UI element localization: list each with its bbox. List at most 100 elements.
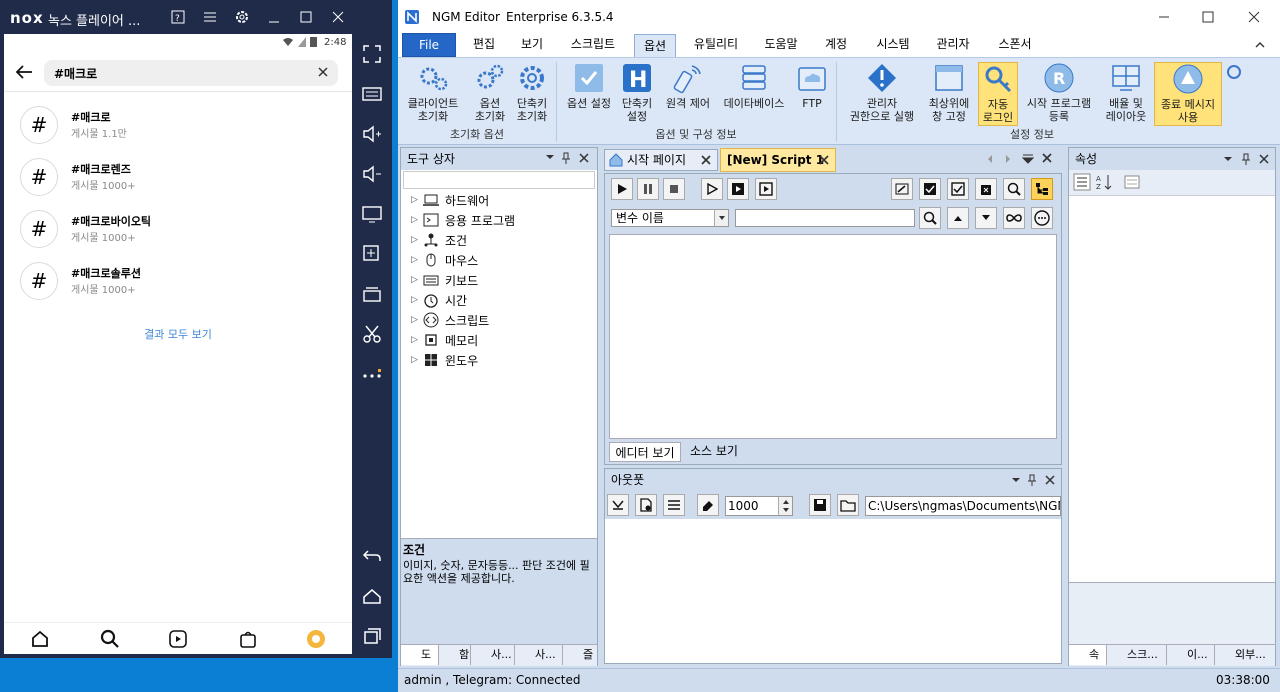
save-log-icon[interactable] <box>635 494 657 516</box>
menu-icon[interactable] <box>198 6 222 28</box>
log-path-field[interactable]: C:\Users\ngmas\Documents\NGM6\ <box>865 496 1061 516</box>
help-icon[interactable]: ? <box>166 6 190 28</box>
eraser-icon[interactable] <box>697 494 719 516</box>
auto-login-button[interactable]: 자동 로그인 <box>978 62 1018 126</box>
tab-scroll-right-icon[interactable] <box>1004 154 1012 164</box>
move-down-icon[interactable] <box>975 207 997 229</box>
ftp-button[interactable]: FTP <box>794 62 830 126</box>
move-up-icon[interactable] <box>947 207 969 229</box>
android-back-icon[interactable] <box>360 544 384 568</box>
back-arrow-icon[interactable] <box>14 64 34 80</box>
bottom-tab-toolbox[interactable]: 도 <box>401 645 439 665</box>
bottom-tab-user[interactable]: 사... <box>471 645 515 665</box>
run-as-admin-button[interactable]: 관리자 권한으로 실행 <box>842 62 922 126</box>
save-icon[interactable] <box>809 494 831 516</box>
minimize-icon[interactable] <box>1154 8 1174 26</box>
minimize-icon[interactable] <box>262 6 286 28</box>
bottom-tab-user-func[interactable]: 사... <box>515 645 563 665</box>
tab-scroll-left-icon[interactable] <box>986 154 994 164</box>
variable-search-input[interactable] <box>735 209 915 227</box>
edit-image-icon[interactable] <box>891 178 913 200</box>
variable-name-select[interactable]: 변수 이름 <box>611 209 729 227</box>
bottom-tab-image[interactable]: 이... <box>1167 645 1215 665</box>
tab-file[interactable]: File <box>402 33 456 57</box>
loop-icon[interactable] <box>1003 207 1025 229</box>
run-step-icon[interactable] <box>701 178 723 200</box>
close-icon[interactable] <box>1042 153 1052 163</box>
volume-down-icon[interactable] <box>360 162 384 186</box>
play-icon[interactable] <box>611 178 633 200</box>
hashtag-result[interactable]: # #매크로렌즈 게시물 1000+ <box>4 150 352 202</box>
bottom-tab-external[interactable]: 외부... <box>1215 645 1275 665</box>
hashtag-result[interactable]: # #매크로 게시물 1.1만 <box>4 98 352 150</box>
tab-sponsor[interactable]: 스폰서 <box>988 33 1042 57</box>
tab-system[interactable]: 시스템 <box>866 33 920 57</box>
hashtag-result[interactable]: # #매크로솔루션 게시물 1000+ <box>4 254 352 306</box>
register-startup-button[interactable]: R 시작 프로그램 등록 <box>1020 62 1098 126</box>
close-icon[interactable] <box>1045 475 1055 485</box>
close-icon[interactable] <box>1244 8 1264 26</box>
always-on-top-button[interactable]: 최상위에 창 고정 <box>922 62 976 126</box>
reset-hotkeys-button[interactable]: 단축키 초기화 <box>512 62 552 126</box>
stop-icon[interactable] <box>663 178 685 200</box>
option-settings-button[interactable]: 옵션 설정 <box>560 62 618 126</box>
tab-help[interactable]: 도움말 <box>756 33 806 57</box>
folder-icon[interactable] <box>837 494 859 516</box>
home-icon[interactable] <box>30 629 50 649</box>
scale-layout-button[interactable]: 배율 및 레이아웃 <box>1098 62 1154 126</box>
close-icon[interactable] <box>326 6 350 28</box>
volume-up-icon[interactable] <box>360 122 384 146</box>
tab-edit[interactable]: 편집 <box>464 33 504 57</box>
tab-list-dropdown-icon[interactable] <box>1022 153 1034 165</box>
more-icon[interactable] <box>360 362 384 386</box>
reels-icon[interactable] <box>168 629 188 649</box>
tab-start-page[interactable]: 시작 페이지 <box>604 149 718 171</box>
tree-item-keyboard[interactable]: ▷ 키보드 <box>411 270 478 290</box>
delete-icon[interactable] <box>975 178 997 200</box>
script-canvas[interactable] <box>609 234 1057 439</box>
close-icon[interactable] <box>1259 154 1269 164</box>
search-input[interactable] <box>54 64 294 82</box>
panel-dropdown-icon[interactable] <box>545 152 555 162</box>
bottom-tab-functions[interactable]: 함 <box>439 645 471 665</box>
list-icon[interactable] <box>663 494 685 516</box>
hashtag-result[interactable]: # #매크로바이오틱 게시물 1000+ <box>4 202 352 254</box>
tab-options[interactable]: 옵션 <box>634 34 676 58</box>
tree-item-script[interactable]: ▷ 스크립트 <box>411 310 489 330</box>
tree-item-window[interactable]: ▷ 윈도우 <box>411 350 478 370</box>
search-icon[interactable] <box>919 207 941 229</box>
see-all-results-link[interactable]: 결과 모두 보기 <box>4 326 352 342</box>
tree-item-app[interactable]: ▷ 응용 프로그램 <box>411 210 515 230</box>
clear-output-icon[interactable] <box>607 494 629 516</box>
keyboard-icon[interactable] <box>360 82 384 106</box>
run-from-icon[interactable] <box>727 178 749 200</box>
more-options-icon[interactable] <box>1031 207 1053 229</box>
toolbox-search-input[interactable] <box>403 171 595 189</box>
tree-item-mouse[interactable]: ▷ 마우스 <box>411 250 478 270</box>
screen-icon[interactable] <box>360 202 384 226</box>
collapse-ribbon-icon[interactable] <box>1254 39 1266 51</box>
panel-dropdown-icon[interactable] <box>1011 475 1021 485</box>
categorized-icon[interactable] <box>1073 173 1091 191</box>
pin-icon[interactable] <box>561 152 571 164</box>
run-selection-icon[interactable] <box>755 178 777 200</box>
tree-item-condition[interactable]: ▷ 조건 <box>411 230 467 250</box>
fullscreen-icon[interactable] <box>360 42 384 66</box>
scissors-icon[interactable] <box>360 322 384 346</box>
tab-admin[interactable]: 관리자 <box>928 33 978 57</box>
close-icon[interactable] <box>579 153 589 163</box>
multi-instance-icon[interactable] <box>360 282 384 306</box>
gear-icon[interactable] <box>230 6 254 28</box>
tab-account[interactable]: 계정 <box>816 33 856 57</box>
tab-new-script[interactable]: [New] Script 1 <box>720 148 836 172</box>
log-line-count-stepper[interactable]: 1000 <box>725 496 793 516</box>
maximize-icon[interactable] <box>1198 8 1218 26</box>
clear-search-icon[interactable] <box>318 67 328 77</box>
tree-item-hardware[interactable]: ▷ 하드웨어 <box>411 190 489 210</box>
tab-utility[interactable]: 유틸리티 <box>684 33 748 57</box>
maximize-icon[interactable] <box>294 6 318 28</box>
bottom-tab-script[interactable]: 스크... <box>1107 645 1167 665</box>
panel-dropdown-icon[interactable] <box>1223 154 1233 164</box>
pause-icon[interactable] <box>637 178 659 200</box>
reset-client-button[interactable]: 클라이언트 초기화 <box>402 62 464 126</box>
